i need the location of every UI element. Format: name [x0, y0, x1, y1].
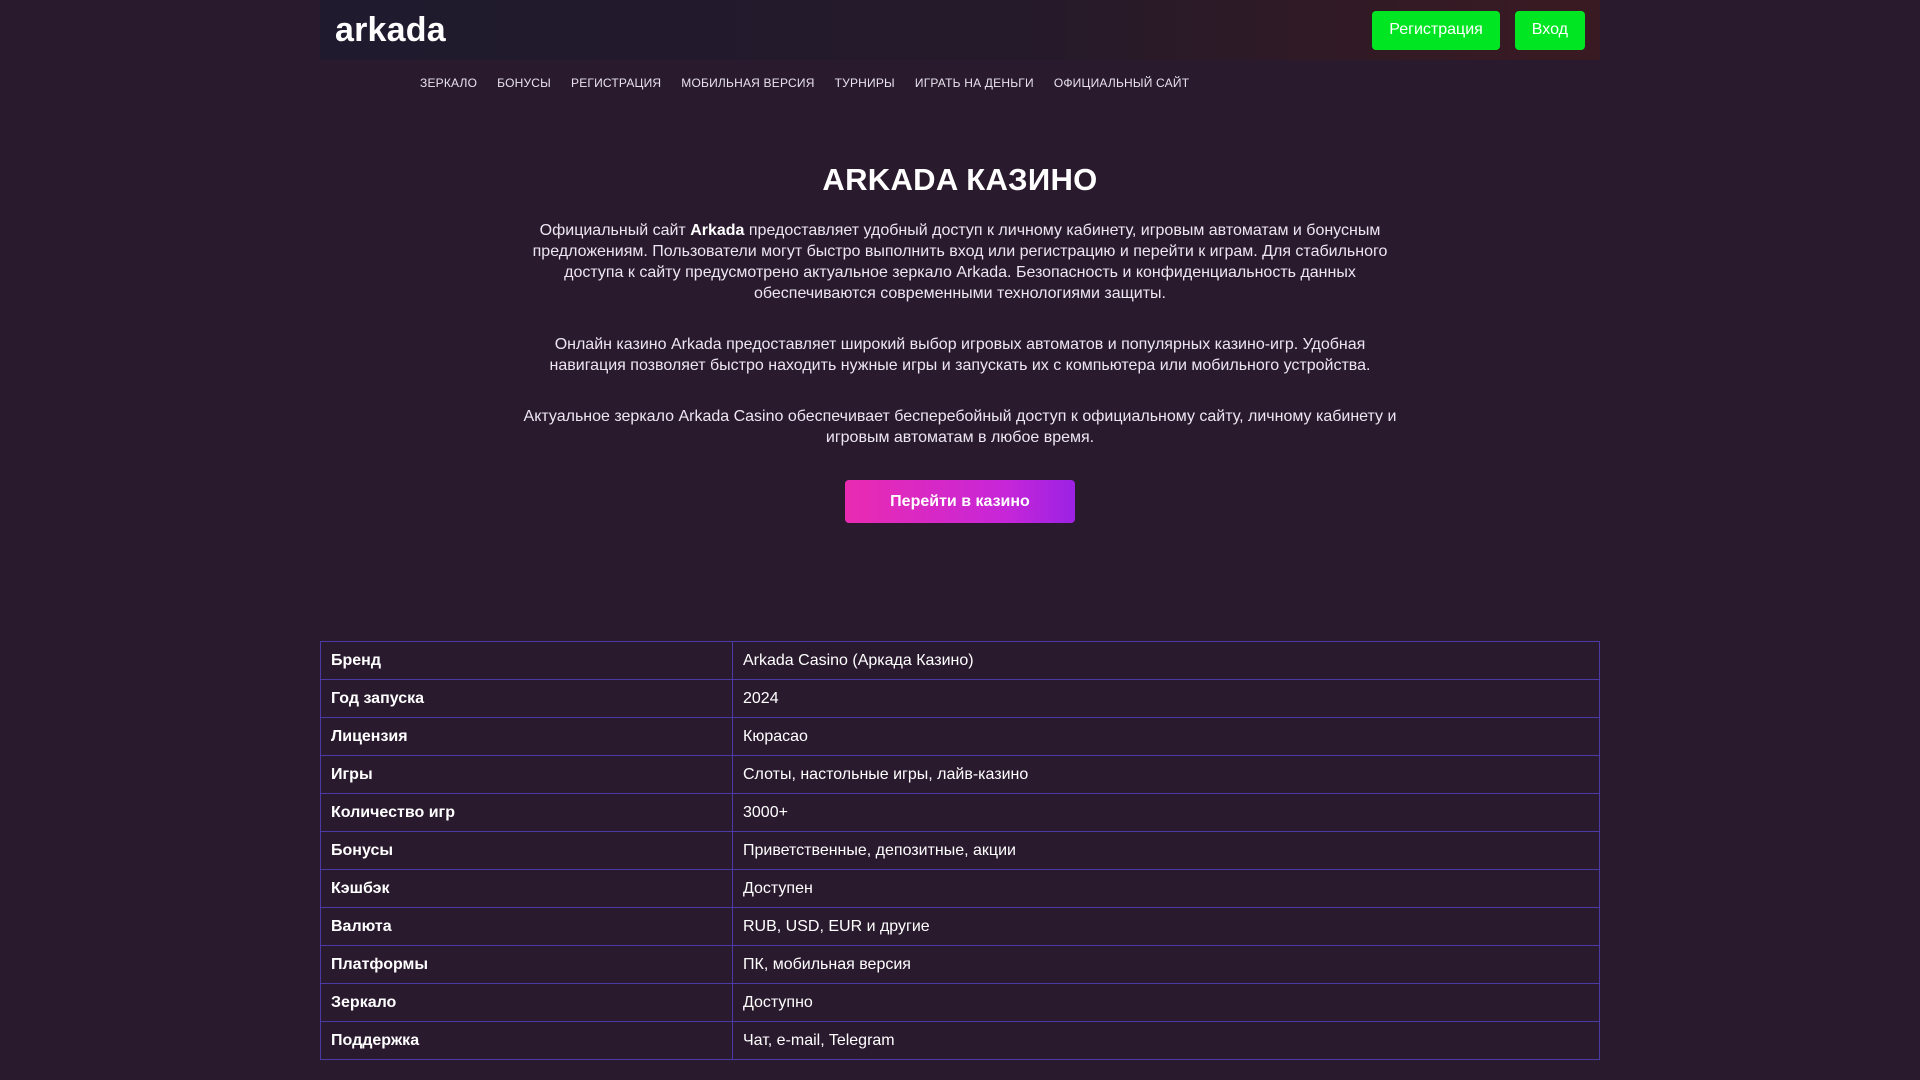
nav-item-bonuses[interactable]: БОНУСЫ	[497, 76, 551, 90]
intro-brand: Arkada	[690, 222, 745, 239]
auth-buttons: Регистрация Вход	[1372, 10, 1585, 50]
nav-item-registration[interactable]: РЕГИСТРАЦИЯ	[571, 76, 661, 90]
row-key: Год запуска	[320, 679, 733, 718]
main-nav: ЗЕРКАЛО БОНУСЫ РЕГИСТРАЦИЯ МОБИЛЬНАЯ ВЕР…	[420, 76, 1189, 90]
table-row: Валюта RUB, USD, EUR и другие	[320, 907, 1600, 946]
nav-item-mirror[interactable]: ЗЕРКАЛО	[420, 76, 477, 90]
games-paragraph: Онлайн казино Arkada предоставляет широк…	[549, 336, 1371, 374]
register-button[interactable]: Регистрация	[1372, 10, 1500, 50]
table-row: Лицензия Кюрасао	[320, 717, 1600, 756]
site-logo[interactable]: arkada	[335, 11, 446, 50]
row-value: Доступен	[732, 869, 1600, 908]
row-value: Arkada Casino (Аркада Казино)	[732, 641, 1600, 680]
row-value: Слоты, настольные игры, лайв-казино	[732, 755, 1600, 794]
row-key: Лицензия	[320, 717, 733, 756]
row-value: RUB, USD, EUR и другие	[732, 907, 1600, 946]
table-row: Платформы ПК, мобильная версия	[320, 945, 1600, 984]
table-row: Бренд Arkada Casino (Аркада Казино)	[320, 641, 1600, 680]
hero-section: ARKADA КАЗИНО Официальный сайт Arkada пр…	[520, 162, 1400, 523]
casino-info-table: Бренд Arkada Casino (Аркада Казино) Год …	[320, 641, 1600, 1060]
row-key: Бренд	[320, 641, 733, 680]
nav-item-official-site[interactable]: ОФИЦИАЛЬНЫЙ САЙТ	[1054, 76, 1189, 90]
row-key: Количество игр	[320, 793, 733, 832]
intro-paragraph: Официальный сайт Arkada предоставляет уд…	[520, 220, 1400, 304]
row-key: Бонусы	[320, 831, 733, 870]
nav-item-tournaments[interactable]: ТУРНИРЫ	[835, 76, 895, 90]
row-key: Валюта	[320, 907, 733, 946]
page: arkada Регистрация Вход ЗЕРКАЛО БОНУСЫ Р…	[0, 0, 1920, 1080]
table-row: Год запуска 2024	[320, 679, 1600, 718]
row-value: 3000+	[732, 793, 1600, 832]
page-title: ARKADA КАЗИНО	[822, 162, 1098, 197]
table-row: Бонусы Приветственные, депозитные, акции	[320, 831, 1600, 870]
row-value: Доступно	[732, 983, 1600, 1022]
row-key: Поддержка	[320, 1021, 733, 1060]
nav-item-play-money[interactable]: ИГРАТЬ НА ДЕНЬГИ	[915, 76, 1034, 90]
table-row: Зеркало Доступно	[320, 983, 1600, 1022]
table-row: Игры Слоты, настольные игры, лайв-казино	[320, 755, 1600, 794]
mirror-paragraph: Актуальное зеркало Arkada Casino обеспеч…	[523, 408, 1397, 446]
table-row: Поддержка Чат, e-mail, Telegram	[320, 1021, 1600, 1060]
row-value: Приветственные, депозитные, акции	[732, 831, 1600, 870]
site-header: arkada Регистрация Вход	[320, 0, 1600, 60]
row-value: Чат, e-mail, Telegram	[732, 1021, 1600, 1060]
table-row: Количество игр 3000+	[320, 793, 1600, 832]
table-row: Кэшбэк Доступен	[320, 869, 1600, 908]
go-to-casino-button[interactable]: Перейти в казино	[845, 480, 1075, 523]
row-key: Зеркало	[320, 983, 733, 1022]
row-key: Кэшбэк	[320, 869, 733, 908]
row-value: ПК, мобильная версия	[732, 945, 1600, 984]
row-value: Кюрасао	[732, 717, 1600, 756]
row-value: 2024	[732, 679, 1600, 718]
intro-text-start: Официальный сайт	[539, 222, 691, 239]
login-button[interactable]: Вход	[1514, 10, 1585, 50]
row-key: Платформы	[320, 945, 733, 984]
nav-item-mobile[interactable]: МОБИЛЬНАЯ ВЕРСИЯ	[681, 76, 814, 90]
row-key: Игры	[320, 755, 733, 794]
